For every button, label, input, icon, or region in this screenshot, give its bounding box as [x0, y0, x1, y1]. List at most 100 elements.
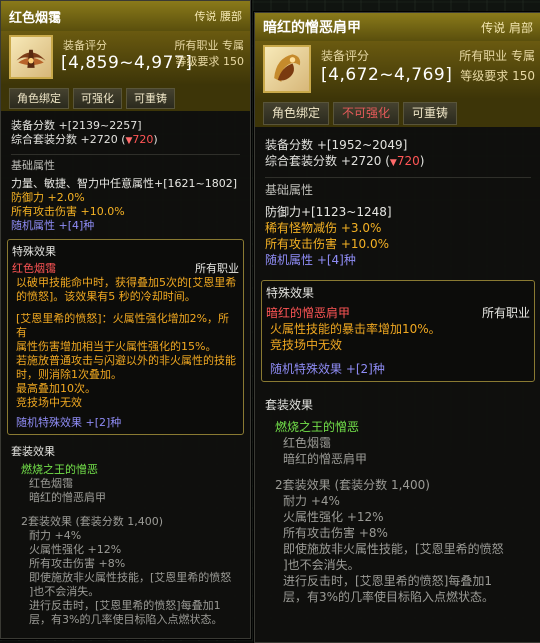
- set-bonus-title: 2套装效果 (套装分数 1,400): [275, 478, 430, 492]
- set-item: 红色烟霭: [29, 477, 73, 490]
- set-effect-title: 套装效果: [11, 445, 55, 458]
- special-effect-class: 所有职业: [195, 262, 239, 275]
- set-bonus-line: 层，有3%的几率使目标陷入点燃状态。: [283, 590, 495, 604]
- special-effect-header: 红色烟霭 所有职业: [12, 262, 239, 276]
- special-effect-spacer: [12, 304, 239, 312]
- reforge-button[interactable]: 可重铸: [126, 87, 175, 109]
- level-requirement: 等级要求 150: [175, 55, 245, 68]
- set-bonus-line: 进行反击时，[艾恩里希的愤怒]每叠加1: [29, 599, 221, 612]
- down-arrow-icon: ▼: [389, 158, 397, 168]
- set-item: 红色烟霭: [283, 436, 332, 450]
- reforge-button[interactable]: 可重铸: [403, 101, 458, 125]
- stat-line: 力量、敏捷、智力中任意属性+[1621~1802]: [11, 177, 238, 190]
- special-effect-line: 属性伤害增加相当于火属性强化的15%。: [16, 340, 217, 353]
- set-score-close: ): [419, 154, 425, 168]
- special-effect-line: [艾恩里希的愤怒]：火属性强化增加2%，所有: [16, 312, 230, 339]
- special-effect-line: 以破甲技能命中时，获得叠加5次的[艾恩里希: [16, 276, 237, 289]
- item-tooltip-red-smoke: 红色烟霭 传说 腰部 装备评分 [4,859~4,977] 所有职业 专属 等级…: [0, 0, 251, 639]
- basic-attributes: 基础属性 力量、敏捷、智力中任意属性+[1621~1802] 防御力 +2.0%…: [1, 159, 250, 233]
- basic-attributes: 基础属性 防御力+[1123~1248] 稀有怪物减伤 +3.0% 所有攻击伤害…: [255, 182, 540, 268]
- special-effect-line: 的愤怒]。该效果有5 秒的冷却时间。: [16, 290, 196, 303]
- set-score: 综合套装分数 +2720 (▼720): [265, 153, 531, 171]
- equip-score: 装备分数 +[2139~2257]: [11, 119, 142, 132]
- action-buttons: 角色绑定 不可强化 可重铸: [255, 99, 540, 127]
- title-bar: 红色烟霭 传说 腰部: [1, 1, 250, 31]
- special-effect-line: 若施放普通攻击与闪避以外的非火属性的技能: [16, 354, 236, 367]
- set-name: 燃烧之王的憎恶: [21, 463, 98, 476]
- set-effect-section: 套装效果 燃烧之王的憎恶 红色烟霭 暗红的憎恶肩甲 2套装效果 (套装分数 1,…: [255, 386, 540, 609]
- special-effect-name: 暗红的憎恶肩甲: [266, 306, 351, 320]
- score-range: [4,859~4,977]: [61, 53, 193, 73]
- basic-attributes-title: 基础属性: [11, 159, 55, 172]
- class-requirement: 所有职业 专属: [459, 49, 535, 63]
- set-bonus-line: 即使施放非火属性技能，[艾恩里希的愤怒: [29, 571, 232, 584]
- set-bonus-line: 耐力 +4%: [29, 529, 82, 542]
- set-bonus-line: 所有攻击伤害 +8%: [29, 557, 126, 570]
- level-requirement: 等级要求 150: [460, 69, 535, 83]
- item-header: 装备评分 [4,672~4,769] 所有职业 专属 等级要求 150: [255, 41, 540, 99]
- attack-stat: 所有攻击伤害 +10.0%: [265, 237, 389, 251]
- equip-score: 装备分数 +[1952~2049]: [265, 138, 408, 152]
- score-range: [4,672~4,769]: [321, 65, 453, 85]
- rare-monster-stat: 稀有怪物减伤 +3.0%: [265, 221, 382, 235]
- set-bonus-line: 层，有3%的几率使目标陷入点燃状态。: [29, 613, 223, 626]
- bind-character-button[interactable]: 角色绑定: [263, 101, 330, 125]
- set-bonus-line: 耐力 +4%: [283, 494, 340, 508]
- set-score-label: 综合套装分数 +2720 (: [11, 133, 126, 146]
- defense-stat: 防御力+[1123~1248]: [265, 205, 392, 219]
- random-special-effect: 随机特殊效果 +[2]种: [270, 362, 385, 376]
- enhance-button[interactable]: 可强化: [73, 87, 122, 109]
- set-score-delta: 720: [396, 154, 420, 168]
- set-bonus-title: 2套装效果 (套装分数 1,400): [21, 515, 164, 528]
- special-effect-line: 竞技场中无效: [270, 338, 343, 352]
- shoulder-item-icon: [263, 45, 311, 93]
- special-effect-line: 火属性技能的暴击率增加10%。: [270, 322, 441, 336]
- belt-item-icon: [9, 35, 53, 79]
- score-section: 装备分数 +[2139~2257] 综合套装分数 +2720 (▼720): [1, 111, 250, 148]
- set-item: 暗红的憎恶肩甲: [29, 491, 106, 504]
- defense-stat: 防御力 +2.0%: [11, 191, 85, 204]
- set-bonus-line: 火属性强化 +12%: [29, 543, 122, 556]
- item-rarity-slot: 传说 腰部: [194, 10, 243, 23]
- set-bonus-line: 进行反击时，[艾恩里希的愤怒]每叠加1: [283, 574, 492, 588]
- set-bonus-line: 所有攻击伤害 +8%: [283, 526, 388, 540]
- special-effect-line: 竞技场中无效: [16, 396, 82, 409]
- special-effect-name: 红色烟霭: [12, 262, 56, 275]
- item-rarity-slot: 传说 肩部: [481, 20, 533, 35]
- special-effect-box: 特殊效果 暗红的憎恶肩甲 所有职业 火属性技能的暴击率增加10%。 竞技场中无效…: [261, 280, 535, 382]
- set-bonus-line: 即使施放非火属性技能，[艾恩里希的愤怒: [283, 542, 504, 556]
- set-bonus-line: ]也不会消失。: [29, 585, 100, 598]
- item-tooltip-dark-red-shoulder: 暗红的憎恶肩甲 传说 肩部 装备评分 [4,672~4,769] 所有职业 专属…: [254, 12, 540, 643]
- class-requirement: 所有职业 专属: [174, 39, 245, 52]
- title-bar: 暗红的憎恶肩甲 传说 肩部: [255, 13, 540, 41]
- special-effect-line: 最高叠加10次。: [16, 382, 96, 395]
- special-effect-title: 特殊效果: [12, 245, 56, 258]
- set-score-label: 综合套装分数 +2720 (: [265, 154, 390, 168]
- set-score-delta: 720: [132, 133, 154, 146]
- set-score-close: ): [153, 133, 158, 146]
- divider: [11, 154, 240, 155]
- item-name: 红色烟霭: [9, 10, 62, 26]
- item-name: 暗红的憎恶肩甲: [263, 20, 361, 36]
- random-special-effect: 随机特殊效果 +[2]种: [16, 416, 122, 429]
- score-label: 装备评分: [321, 49, 370, 63]
- action-buttons: 角色绑定 可强化 可重铸: [1, 85, 250, 111]
- set-name: 燃烧之王的憎恶: [275, 420, 360, 434]
- set-score: 综合套装分数 +2720 (▼720): [11, 133, 240, 148]
- set-effect-section: 套装效果 燃烧之王的憎恶 红色烟霭 暗红的憎恶肩甲 2套装效果 (套装分数 1,…: [1, 439, 250, 631]
- set-bonus-line: 火属性强化 +12%: [283, 510, 384, 524]
- special-effect-box: 特殊效果 红色烟霭 所有职业 以破甲技能命中时，获得叠加5次的[艾恩里希 的愤怒…: [7, 239, 244, 435]
- score-label: 装备评分: [63, 39, 107, 52]
- cannot-enhance-button[interactable]: 不可强化: [333, 101, 400, 125]
- special-effect-line: 时，则消除1次叠加。: [16, 368, 122, 381]
- special-effect-class: 所有职业: [481, 306, 530, 320]
- divider: [265, 177, 531, 178]
- basic-attributes-title: 基础属性: [265, 183, 314, 197]
- special-effect-header: 暗红的憎恶肩甲 所有职业: [266, 305, 530, 321]
- set-item: 暗红的憎恶肩甲: [283, 452, 368, 466]
- random-attribute: 随机属性 +[4]种: [11, 219, 95, 232]
- bind-character-button[interactable]: 角色绑定: [9, 87, 69, 109]
- random-attribute: 随机属性 +[4]种: [265, 253, 356, 267]
- item-header: 装备评分 [4,859~4,977] 所有职业 专属 等级要求 150: [1, 31, 250, 85]
- set-effect-title: 套装效果: [265, 398, 314, 412]
